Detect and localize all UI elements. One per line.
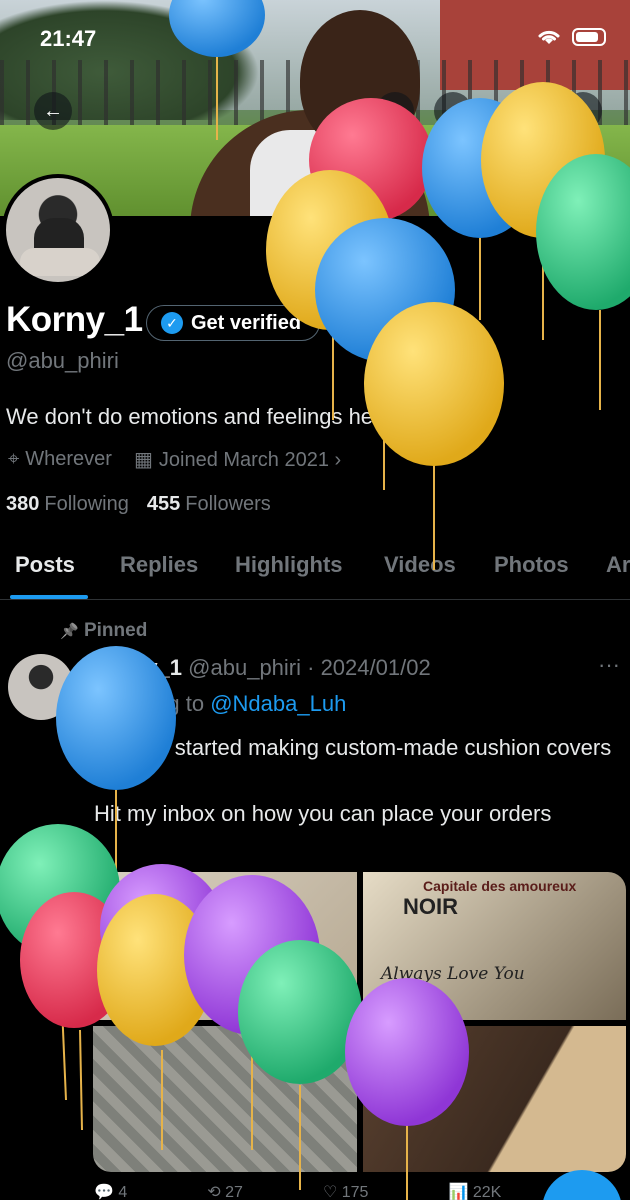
tab-replies[interactable]: Replies bbox=[120, 552, 198, 578]
repost-icon: ⟲ bbox=[207, 1184, 221, 1200]
location-text: Wherever bbox=[25, 448, 112, 470]
media-image-1[interactable] bbox=[93, 872, 357, 1020]
active-tab-indicator bbox=[10, 595, 88, 599]
status-icons bbox=[536, 28, 606, 46]
post-media-grid: Capitale des amoureux NOIR Always Love Y… bbox=[93, 872, 626, 1172]
reply-count: 4 bbox=[118, 1184, 128, 1200]
mute-button[interactable]: ⦸ bbox=[376, 92, 414, 130]
post-text: Already started making custom-made cushi… bbox=[94, 731, 624, 830]
like-action[interactable]: ♡ 175 bbox=[323, 1182, 369, 1200]
post-author-avatar[interactable] bbox=[8, 654, 74, 720]
grok-button[interactable]: ◇ bbox=[503, 92, 541, 130]
post-author-name[interactable]: Korny_1 bbox=[94, 655, 182, 680]
views-action[interactable]: 📊 22K bbox=[448, 1182, 501, 1200]
post-header: Korny_1 @abu_phiri · 2024/01/02 bbox=[94, 655, 431, 681]
profile-name: Korny_1 bbox=[6, 300, 143, 339]
balloon bbox=[364, 302, 504, 570]
get-verified-label: Get verified bbox=[191, 311, 302, 334]
profile-tabs: Posts Replies Highlights Videos Photos A… bbox=[0, 540, 630, 600]
share-icon: ⇪ bbox=[574, 100, 592, 123]
replying-prefix: Replying to bbox=[94, 691, 205, 716]
repost-action[interactable]: ⟲ 27 bbox=[207, 1182, 243, 1200]
reply-icon: 💬 bbox=[94, 1184, 114, 1200]
media-noir-text: NOIR bbox=[403, 894, 458, 919]
calendar-icon: ▦ bbox=[133, 449, 153, 471]
gem-icon: ◇ bbox=[514, 100, 530, 123]
repost-count: 27 bbox=[225, 1184, 243, 1200]
pinned-label: Pinned bbox=[83, 620, 148, 641]
share-button[interactable]: ⇪ bbox=[564, 92, 602, 130]
replying-to-line: Replying to @Ndaba_Luh bbox=[94, 691, 346, 717]
media-image-4[interactable] bbox=[363, 1026, 626, 1172]
tab-videos[interactable]: Videos bbox=[384, 552, 456, 578]
post-text-line2: Hit my inbox on how you can place your o… bbox=[94, 801, 552, 826]
status-bar: 21:47 bbox=[0, 0, 630, 70]
pin-icon: 📌 bbox=[60, 623, 79, 640]
joined-row[interactable]: ▦ Joined March 2021 › bbox=[134, 447, 341, 472]
profile-meta: ⌖ Wherever ▦ Joined March 2021 › bbox=[8, 447, 341, 472]
avatar-figure-legs bbox=[20, 248, 100, 276]
post-text-line1: Already started making custom-made cushi… bbox=[94, 735, 612, 760]
post-actions: 💬 4 ⟲ 27 ♡ 175 📊 22K bbox=[94, 1182, 501, 1200]
followers-count: 455 bbox=[146, 493, 181, 515]
media-image-3[interactable] bbox=[93, 1026, 357, 1172]
profile-avatar[interactable] bbox=[2, 174, 114, 286]
views-count: 22K bbox=[472, 1184, 502, 1200]
media-image-2[interactable]: Capitale des amoureux NOIR Always Love Y… bbox=[363, 872, 626, 1020]
location-icon: ⌖ bbox=[8, 448, 20, 470]
following-count: 380 bbox=[6, 493, 40, 515]
like-count: 175 bbox=[341, 1184, 369, 1200]
media-caption-top: Capitale des amoureux bbox=[423, 878, 577, 894]
pinned-label-row: 📌 Pinned bbox=[60, 620, 147, 642]
joined-text: Joined March 2021 bbox=[158, 449, 329, 471]
status-time: 21:47 bbox=[40, 26, 97, 51]
reply-action[interactable]: 💬 4 bbox=[94, 1182, 127, 1200]
views-icon: 📊 bbox=[448, 1184, 469, 1200]
heart-icon: ♡ bbox=[322, 1184, 338, 1200]
back-button[interactable]: ← bbox=[34, 92, 72, 130]
following-label: Following bbox=[44, 493, 129, 515]
tab-posts[interactable]: Posts bbox=[15, 552, 75, 578]
verified-badge-icon: ✓ bbox=[161, 312, 183, 334]
profile-handle: @abu_phiri bbox=[6, 348, 119, 373]
wifi-icon bbox=[538, 30, 560, 44]
tab-photos[interactable]: Photos bbox=[494, 552, 569, 578]
post-handle-date: @abu_phiri · 2024/01/02 bbox=[188, 655, 431, 680]
tab-articles[interactable]: Ar bbox=[606, 552, 630, 578]
profile-bio: We don't do emotions and feelings here bbox=[6, 404, 393, 429]
followers-link[interactable]: 455 Followers bbox=[147, 493, 271, 516]
location-row: ⌖ Wherever bbox=[8, 448, 112, 471]
chevron-right-icon: › bbox=[334, 449, 342, 471]
compose-fab[interactable] bbox=[542, 1170, 622, 1200]
search-button[interactable]: ⌕ bbox=[434, 92, 472, 130]
more-options-icon[interactable]: ··· bbox=[598, 652, 620, 678]
get-verified-button[interactable]: ✓ Get verified bbox=[146, 305, 321, 341]
followers-label: Followers bbox=[185, 493, 271, 515]
post-text-gap bbox=[94, 764, 624, 797]
search-icon: ⌕ bbox=[447, 99, 459, 122]
mute-icon: ⦸ bbox=[388, 99, 402, 122]
profile-stats: 380 Following 455 Followers bbox=[6, 493, 271, 516]
media-love-text: Always Love You bbox=[381, 964, 525, 984]
following-link[interactable]: 380 Following bbox=[6, 493, 129, 516]
mention-link[interactable]: @Ndaba_Luh bbox=[210, 691, 346, 716]
arrow-left-icon: ← bbox=[43, 99, 63, 122]
tab-highlights[interactable]: Highlights bbox=[235, 552, 343, 578]
battery-icon bbox=[572, 28, 606, 46]
